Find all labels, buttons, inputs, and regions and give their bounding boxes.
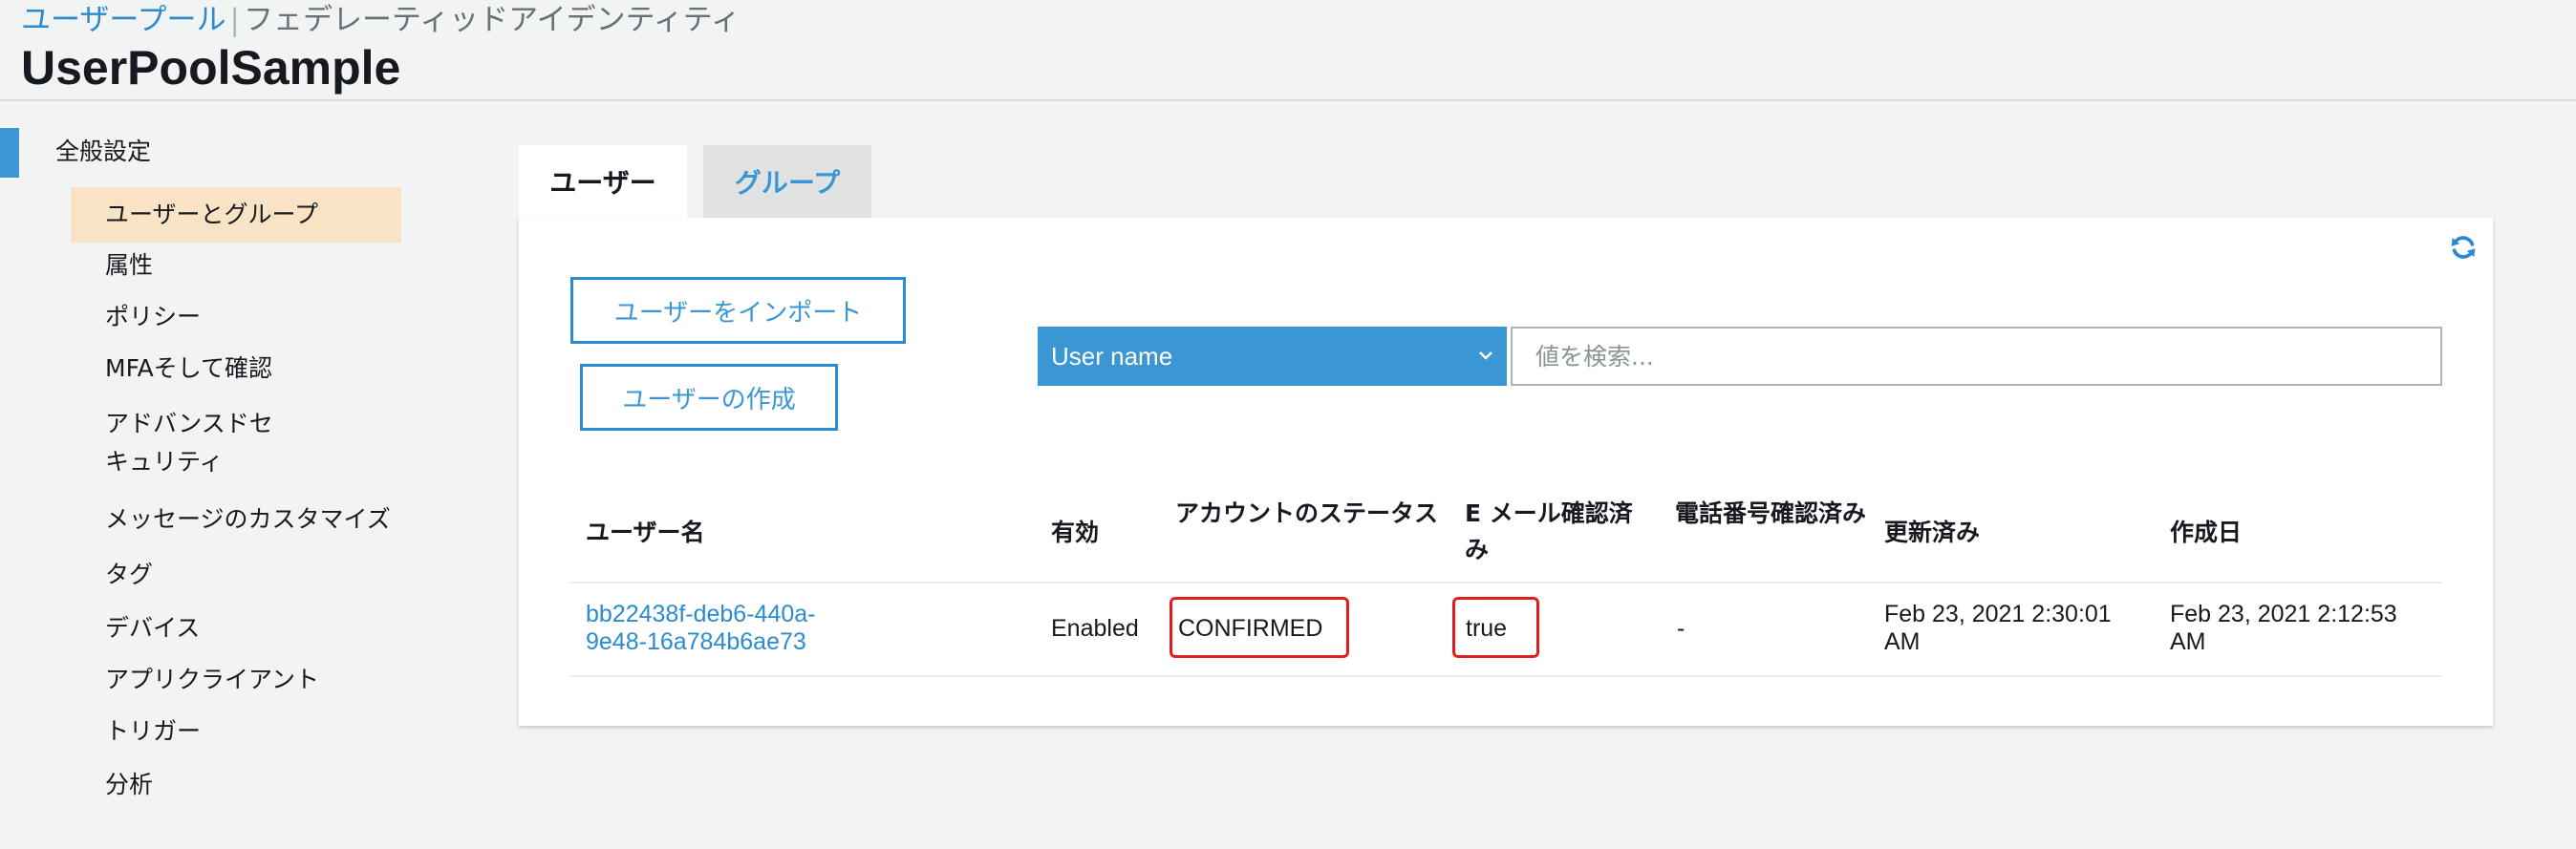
sidebar-item-devices[interactable]: デバイス bbox=[71, 602, 401, 653]
breadcrumb-user-pools-link[interactable]: ユーザープール bbox=[21, 3, 226, 37]
search-input[interactable] bbox=[1511, 327, 2442, 386]
create-user-button[interactable]: ユーザーの作成 bbox=[580, 364, 838, 431]
column-header-username[interactable]: ユーザー名 bbox=[586, 515, 705, 551]
users-table: ユーザー名 有効 アカウントのステータス E メール確認済み 電話番号確認済み … bbox=[570, 482, 2442, 677]
sidebar-item-attributes[interactable]: 属性 bbox=[71, 243, 401, 290]
sidebar-item-analytics[interactable]: 分析 bbox=[71, 758, 401, 810]
cell-account-status: CONFIRMED bbox=[1178, 615, 1323, 642]
table-header-row: ユーザー名 有効 アカウントのステータス E メール確認済み 電話番号確認済み … bbox=[570, 482, 2442, 584]
chevron-down-icon bbox=[1479, 351, 1492, 360]
page-title: UserPoolSample bbox=[21, 41, 401, 95]
cell-created: Feb 23, 2021 2:12:53 AM bbox=[2170, 601, 2397, 655]
column-header-created[interactable]: 作成日 bbox=[2170, 515, 2242, 551]
users-panel: ユーザーをインポート ユーザーの作成 User name ユーザー名 有効 アカ… bbox=[519, 218, 2493, 726]
breadcrumb: ユーザープール | フェデレーティッドアイデンティティ bbox=[21, 0, 741, 40]
sidebar-item-users-and-groups[interactable]: ユーザーとグループ bbox=[71, 187, 401, 243]
refresh-icon[interactable] bbox=[2449, 233, 2478, 262]
breadcrumb-federated-identities[interactable]: フェデレーティッドアイデンティティ bbox=[244, 3, 741, 37]
search-attribute-select[interactable]: User name bbox=[1038, 327, 1507, 386]
column-header-enabled[interactable]: 有効 bbox=[1051, 515, 1099, 551]
sidebar-item-app-clients[interactable]: アプリクライアント bbox=[71, 653, 401, 705]
search-attribute-value: User name bbox=[1051, 341, 1173, 371]
column-header-account-status[interactable]: アカウントのステータス bbox=[1175, 496, 1443, 532]
username-link[interactable]: bb22438f-deb6-440a-9e48-16a784b6ae73 bbox=[586, 601, 815, 655]
sidebar-section-general-settings[interactable]: 全般設定 bbox=[55, 133, 151, 167]
breadcrumb-separator: | bbox=[229, 3, 240, 37]
sidebar-item-message-customizations[interactable]: メッセージのカスタマイズ bbox=[71, 493, 401, 550]
sidebar-nav: ユーザーとグループ 属性 ポリシー MFAそして確認 アドバンスドセキュリティ … bbox=[71, 187, 401, 810]
tab-groups[interactable]: グループ bbox=[703, 145, 871, 218]
sidebar-item-advanced-security[interactable]: アドバンスドセキュリティ bbox=[71, 393, 401, 493]
sidebar-item-tags[interactable]: タグ bbox=[71, 550, 401, 602]
sidebar-item-triggers[interactable]: トリガー bbox=[71, 705, 401, 758]
page-header: ユーザープール | フェデレーティッドアイデンティティ UserPoolSample bbox=[0, 0, 2576, 101]
cell-email-verified: true bbox=[1466, 615, 1508, 642]
tab-users[interactable]: ユーザー bbox=[519, 145, 687, 218]
cell-username: bb22438f-deb6-440a-9e48-16a784b6ae73 bbox=[586, 601, 863, 656]
cell-phone-verified: - bbox=[1677, 615, 1685, 642]
import-users-button[interactable]: ユーザーをインポート bbox=[570, 277, 906, 344]
sidebar-item-policies[interactable]: ポリシー bbox=[71, 290, 401, 342]
cell-updated: Feb 23, 2021 2:30:01 AM bbox=[1884, 601, 2112, 655]
column-header-email-verified[interactable]: E メール確認済み bbox=[1465, 496, 1656, 568]
column-header-phone-verified[interactable]: 電話番号確認済み bbox=[1675, 496, 1866, 532]
sidebar-active-marker bbox=[0, 128, 19, 178]
sidebar-item-mfa-and-verifications[interactable]: MFAそして確認 bbox=[71, 342, 401, 393]
cell-enabled: Enabled bbox=[1051, 615, 1139, 642]
table-row: bb22438f-deb6-440a-9e48-16a784b6ae73 Ena… bbox=[570, 584, 2442, 677]
column-header-updated[interactable]: 更新済み bbox=[1884, 515, 1980, 551]
